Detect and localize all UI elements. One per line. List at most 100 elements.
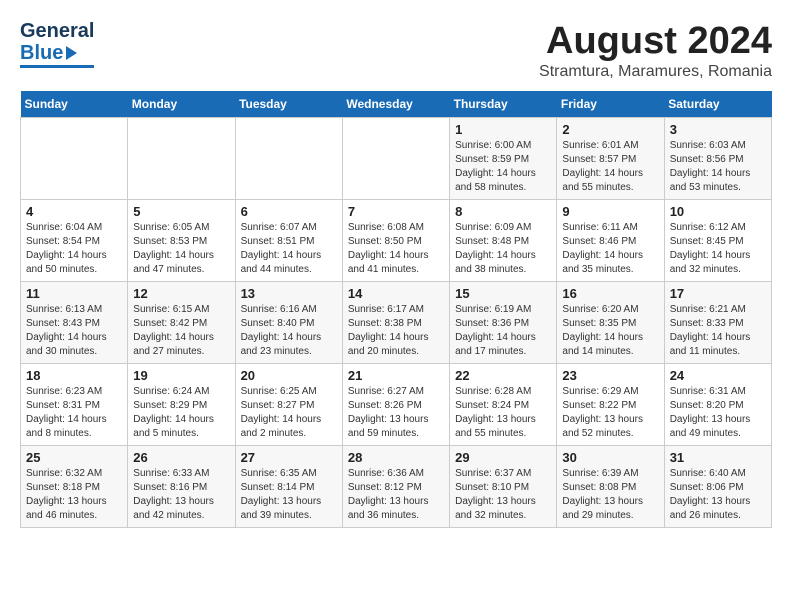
calendar-cell: 29Sunrise: 6:37 AMSunset: 8:10 PMDayligh…: [450, 446, 557, 528]
day-number: 19: [133, 368, 229, 383]
calendar-cell: 4Sunrise: 6:04 AMSunset: 8:54 PMDaylight…: [21, 200, 128, 282]
day-number: 20: [241, 368, 337, 383]
day-info: Sunrise: 6:03 AMSunset: 8:56 PMDaylight:…: [670, 139, 766, 195]
weekday-header-thursday: Thursday: [450, 91, 557, 118]
day-info: Sunrise: 6:40 AMSunset: 8:06 PMDaylight:…: [670, 467, 766, 523]
day-info: Sunrise: 6:39 AMSunset: 8:08 PMDaylight:…: [562, 467, 658, 523]
weekday-header-sunday: Sunday: [21, 91, 128, 118]
day-number: 3: [670, 122, 766, 137]
calendar-cell: 13 Sunrise: 6:16 AMSunset: 8:40 PMDayligh…: [235, 282, 342, 364]
calendar-cell: 16Sunrise: 6:20 AMSunset: 8:35 PMDayligh…: [557, 282, 664, 364]
logo-arrow-icon: [66, 46, 77, 60]
day-info: Sunrise: 6:01 AMSunset: 8:57 PMDaylight:…: [562, 139, 658, 195]
day-info: Sunrise: 6:23 AMSunset: 8:31 PMDaylight:…: [26, 385, 122, 441]
calendar-cell: 17 Sunrise: 6:21 AMSunset: 8:33 PMDayligh…: [664, 282, 771, 364]
day-info: Sunrise: 6:21 AMSunset: 8:33 PMDaylight:…: [670, 303, 766, 359]
day-info: Sunrise: 6:19 AMSunset: 8:36 PMDaylight:…: [455, 303, 551, 359]
day-number: 10: [670, 204, 766, 219]
logo-underline: [20, 65, 94, 68]
day-info: Sunrise: 6:00 AMSunset: 8:59 PMDaylight:…: [455, 139, 551, 195]
calendar-cell: 12 Sunrise: 6:15 AMSunset: 8:42 PMDayligh…: [128, 282, 235, 364]
calendar-cell: 3 Sunrise: 6:03 AMSunset: 8:56 PMDaylight…: [664, 118, 771, 200]
calendar-cell: [128, 118, 235, 200]
day-number: 24: [670, 368, 766, 383]
day-number: 23: [562, 368, 658, 383]
day-number: 18: [26, 368, 122, 383]
day-number: 13: [241, 286, 337, 301]
calendar-cell: [21, 118, 128, 200]
calendar-cell: 1 Sunrise: 6:00 AMSunset: 8:59 PMDaylight…: [450, 118, 557, 200]
calendar-cell: 20 Sunrise: 6:25 AMSunset: 8:27 PMDayligh…: [235, 364, 342, 446]
day-info: Sunrise: 6:05 AMSunset: 8:53 PMDaylight:…: [133, 221, 229, 277]
day-info: Sunrise: 6:35 AMSunset: 8:14 PMDaylight:…: [241, 467, 337, 523]
subtitle: Stramtura, Maramures, Romania: [539, 63, 772, 81]
calendar-cell: 15 Sunrise: 6:19 AMSunset: 8:36 PMDayligh…: [450, 282, 557, 364]
day-info: Sunrise: 6:16 AMSunset: 8:40 PMDaylight:…: [241, 303, 337, 359]
day-number: 12: [133, 286, 229, 301]
calendar-cell: 26 Sunrise: 6:33 AMSunset: 8:16 PMDayligh…: [128, 446, 235, 528]
logo-bottom-text: Blue: [20, 42, 94, 64]
calendar-cell: 28 Sunrise: 6:36 AMSunset: 8:12 PMDayligh…: [342, 446, 449, 528]
calendar-cell: 18 Sunrise: 6:23 AMSunset: 8:31 PMDayligh…: [21, 364, 128, 446]
weekday-header-saturday: Saturday: [664, 91, 771, 118]
calendar-cell: 22 Sunrise: 6:28 AMSunset: 8:24 PMDayligh…: [450, 364, 557, 446]
day-info: Sunrise: 6:04 AMSunset: 8:54 PMDaylight:…: [26, 221, 122, 277]
calendar-cell: 8 Sunrise: 6:09 AMSunset: 8:48 PMDaylight…: [450, 200, 557, 282]
weekday-header-tuesday: Tuesday: [235, 91, 342, 118]
calendar-week-5: 25 Sunrise: 6:32 AMSunset: 8:18 PMDayligh…: [21, 446, 772, 528]
main-title: August 2024: [539, 20, 772, 63]
day-number: 1: [455, 122, 551, 137]
day-info: Sunrise: 6:32 AMSunset: 8:18 PMDaylight:…: [26, 467, 122, 523]
day-info: Sunrise: 6:24 AMSunset: 8:29 PMDaylight:…: [133, 385, 229, 441]
calendar-cell: 25 Sunrise: 6:32 AMSunset: 8:18 PMDayligh…: [21, 446, 128, 528]
calendar-cell: 11Sunrise: 6:13 AMSunset: 8:43 PMDayligh…: [21, 282, 128, 364]
calendar-cell: 2 Sunrise: 6:01 AMSunset: 8:57 PMDaylight…: [557, 118, 664, 200]
day-info: Sunrise: 6:11 AMSunset: 8:46 PMDaylight:…: [562, 221, 658, 277]
day-info: Sunrise: 6:33 AMSunset: 8:16 PMDaylight:…: [133, 467, 229, 523]
day-info: Sunrise: 6:12 AMSunset: 8:45 PMDaylight:…: [670, 221, 766, 277]
day-number: 28: [348, 450, 444, 465]
day-number: 31: [670, 450, 766, 465]
day-info: Sunrise: 6:13 AMSunset: 8:43 PMDaylight:…: [26, 303, 122, 359]
day-number: 2: [562, 122, 658, 137]
day-info: Sunrise: 6:09 AMSunset: 8:48 PMDaylight:…: [455, 221, 551, 277]
calendar-cell: 21Sunrise: 6:27 AMSunset: 8:26 PMDayligh…: [342, 364, 449, 446]
day-info: Sunrise: 6:27 AMSunset: 8:26 PMDaylight:…: [348, 385, 444, 441]
day-number: 27: [241, 450, 337, 465]
calendar-cell: 5 Sunrise: 6:05 AMSunset: 8:53 PMDaylight…: [128, 200, 235, 282]
logo: General Blue: [20, 20, 96, 68]
day-info: Sunrise: 6:31 AMSunset: 8:20 PMDaylight:…: [670, 385, 766, 441]
day-number: 5: [133, 204, 229, 219]
day-number: 7: [348, 204, 444, 219]
day-info: Sunrise: 6:25 AMSunset: 8:27 PMDaylight:…: [241, 385, 337, 441]
day-number: 17: [670, 286, 766, 301]
logo-top-text: General: [20, 20, 94, 42]
calendar-cell: 27 Sunrise: 6:35 AMSunset: 8:14 PMDayligh…: [235, 446, 342, 528]
day-info: Sunrise: 6:28 AMSunset: 8:24 PMDaylight:…: [455, 385, 551, 441]
calendar-table: SundayMondayTuesdayWednesdayThursdayFrid…: [20, 91, 772, 528]
day-number: 14: [348, 286, 444, 301]
calendar-cell: 9Sunrise: 6:11 AMSunset: 8:46 PMDaylight…: [557, 200, 664, 282]
weekday-header-wednesday: Wednesday: [342, 91, 449, 118]
day-info: Sunrise: 6:37 AMSunset: 8:10 PMDaylight:…: [455, 467, 551, 523]
weekday-header-monday: Monday: [128, 91, 235, 118]
calendar-week-4: 18 Sunrise: 6:23 AMSunset: 8:31 PMDayligh…: [21, 364, 772, 446]
day-number: 15: [455, 286, 551, 301]
day-number: 6: [241, 204, 337, 219]
day-info: Sunrise: 6:36 AMSunset: 8:12 PMDaylight:…: [348, 467, 444, 523]
day-number: 8: [455, 204, 551, 219]
calendar-cell: 19 Sunrise: 6:24 AMSunset: 8:29 PMDayligh…: [128, 364, 235, 446]
calendar-week-2: 4Sunrise: 6:04 AMSunset: 8:54 PMDaylight…: [21, 200, 772, 282]
day-number: 22: [455, 368, 551, 383]
day-info: Sunrise: 6:15 AMSunset: 8:42 PMDaylight:…: [133, 303, 229, 359]
weekday-header-friday: Friday: [557, 91, 664, 118]
day-info: Sunrise: 6:08 AMSunset: 8:50 PMDaylight:…: [348, 221, 444, 277]
day-info: Sunrise: 6:29 AMSunset: 8:22 PMDaylight:…: [562, 385, 658, 441]
calendar-week-1: 1 Sunrise: 6:00 AMSunset: 8:59 PMDaylight…: [21, 118, 772, 200]
calendar-cell: [235, 118, 342, 200]
day-number: 25: [26, 450, 122, 465]
calendar-cell: 31 Sunrise: 6:40 AMSunset: 8:06 PMDayligh…: [664, 446, 771, 528]
calendar-header: SundayMondayTuesdayWednesdayThursdayFrid…: [21, 91, 772, 118]
day-number: 26: [133, 450, 229, 465]
calendar-cell: 10 Sunrise: 6:12 AMSunset: 8:45 PMDayligh…: [664, 200, 771, 282]
